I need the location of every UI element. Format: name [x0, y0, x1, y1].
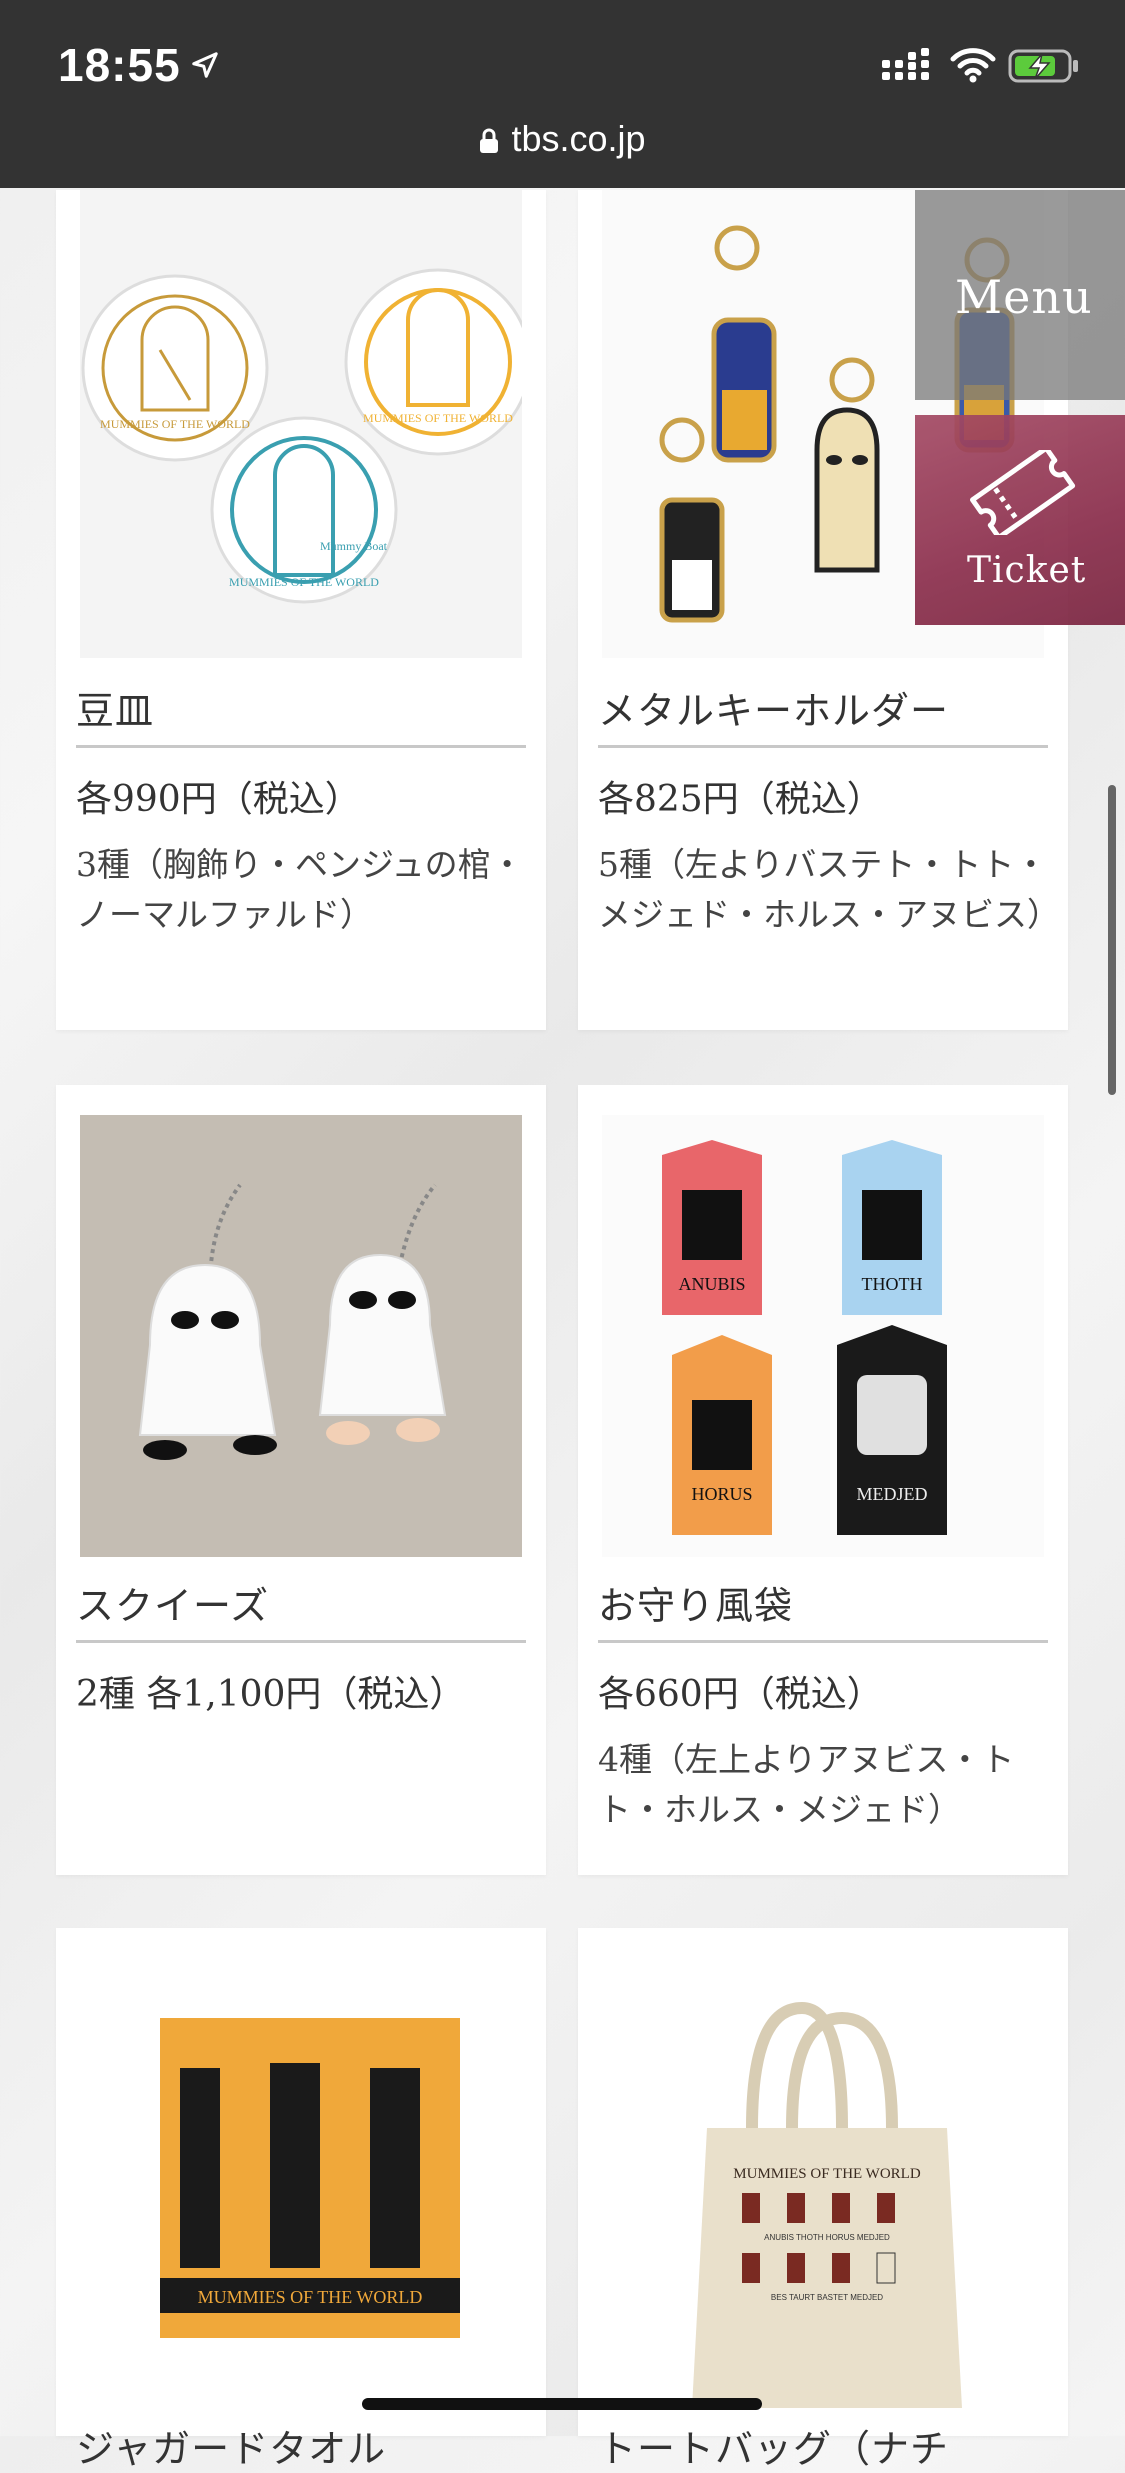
menu-label: Menu — [955, 270, 1093, 324]
product-title: メタルキーホルダー — [598, 689, 950, 733]
omamori-text-2: THOTH — [862, 1274, 923, 1294]
url-text: tbs.co.jp — [511, 118, 646, 159]
omamori-text-1: ANUBIS — [678, 1274, 745, 1294]
scrollbar[interactable] — [1108, 785, 1116, 1095]
product-title: お守り風袋 — [598, 1584, 794, 1628]
battery-charging-icon — [1008, 49, 1078, 83]
tote-names-2: BES TAURT BASTET MEDJED — [771, 2293, 883, 2302]
towel-text: MUMMIES OF THE WORLD — [198, 2287, 423, 2307]
location-arrow-icon — [192, 52, 218, 78]
divider — [598, 1640, 1048, 1643]
home-indicator[interactable] — [362, 2398, 762, 2410]
plate-text-2: MUMMIES OF THE WORLD — [363, 411, 513, 425]
product-title: スクイーズ — [76, 1584, 270, 1628]
plate-label: Mummy Boat — [320, 539, 388, 553]
ticket-icon — [970, 450, 1076, 535]
lock-icon — [480, 128, 499, 153]
product-card[interactable]: MUMMIES OF THE WORLD ジャガードタオル — [56, 1928, 546, 2471]
product-image-omamori: ANUBIS THOTH HORUS MEDJED — [602, 1115, 1044, 1557]
product-description: 4種（左上よりアヌビス・トト・ホルス・メジェド） — [598, 1740, 1015, 1829]
divider — [76, 745, 526, 748]
omamori-text-4: MEDJED — [857, 1484, 928, 1504]
product-price: 2種 各1,100円（税込） — [76, 1674, 466, 1715]
product-card[interactable]: スクイーズ 2種 各1,100円（税込） — [56, 1085, 546, 1875]
product-image-tote: MUMMIES OF THE WORLD ANUBIS THOTH HORUS … — [602, 1968, 1044, 2410]
plate-text-3: MUMMIES OF THE WORLD — [229, 575, 379, 589]
status-time: 18:55 — [58, 39, 181, 91]
wifi-icon — [950, 48, 996, 83]
divider — [598, 745, 1048, 748]
product-image-towel: MUMMIES OF THE WORLD — [80, 1968, 522, 2410]
omamori-text-3: HORUS — [691, 1484, 752, 1504]
product-price: 各660円（税込） — [598, 1674, 883, 1715]
menu-button[interactable]: Menu — [915, 190, 1125, 400]
product-title: トートバッグ（ナチ — [598, 2427, 950, 2471]
cellular-signal-icon — [882, 48, 929, 80]
product-card[interactable]: MUMMIES OF THE WORLD ANUBIS THOTH HORUS … — [578, 1928, 1068, 2471]
product-description: 3種（胸飾り・ペンジュの棺・ノーマルファルド） — [76, 845, 524, 934]
divider — [76, 1640, 526, 1643]
product-title: ジャガードタオル — [76, 2427, 387, 2471]
plate-text: MUMMIES OF THE WORLD — [100, 417, 250, 431]
address-bar[interactable]: tbs.co.jp — [0, 118, 1125, 160]
tote-title: MUMMIES OF THE WORLD — [733, 2166, 921, 2182]
product-image-plates: MUMMIES OF THE WORLD MUMMIES OF THE WORL… — [80, 190, 522, 658]
product-price: 各990円（税込） — [76, 779, 361, 820]
ticket-label: Ticket — [967, 550, 1087, 591]
product-image-squeeze — [80, 1115, 522, 1557]
status-bar: 18:55 tbs.co.jp — [0, 0, 1125, 188]
product-price: 各825円（税込） — [598, 779, 883, 820]
product-title: 豆皿 — [76, 689, 155, 733]
product-card[interactable]: ANUBIS THOTH HORUS MEDJED お守り風袋 各660円（税込… — [578, 1085, 1068, 1875]
ticket-button[interactable]: Ticket — [915, 415, 1125, 625]
product-description: 5種（左よりバステト・トト・メジェド・ホルス・アヌビス） — [598, 845, 1060, 934]
product-card[interactable]: MUMMIES OF THE WORLD MUMMIES OF THE WORL… — [56, 190, 546, 1030]
tote-names: ANUBIS THOTH HORUS MEDJED — [764, 2233, 890, 2242]
